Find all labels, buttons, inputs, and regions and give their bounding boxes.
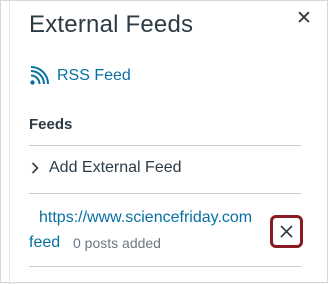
add-external-feed-toggle[interactable]: Add External Feed (29, 159, 182, 177)
chevron-right-icon (31, 162, 39, 174)
feeds-heading: Feeds (29, 116, 73, 133)
panel-left-border (9, 1, 10, 284)
rss-feed-label: RSS Feed (57, 67, 131, 84)
add-external-feed-label: Add External Feed (49, 159, 182, 176)
feed-url-link[interactable]: https://www.sciencefriday.com (39, 209, 252, 227)
rss-icon (30, 66, 49, 85)
external-feeds-panel: External Feeds ✕ RSS Feed Feeds Add Exte… (0, 0, 328, 284)
divider (29, 266, 301, 267)
feed-link[interactable]: feed (29, 234, 60, 252)
remove-icon (280, 225, 293, 238)
panel-title: External Feeds (29, 11, 194, 38)
feed-status: 0 posts added (73, 235, 161, 251)
rss-feed-link[interactable]: RSS Feed (29, 66, 131, 86)
divider (29, 145, 301, 146)
remove-feed-button[interactable] (270, 215, 303, 248)
divider (29, 193, 301, 194)
close-icon[interactable]: ✕ (295, 9, 313, 28)
